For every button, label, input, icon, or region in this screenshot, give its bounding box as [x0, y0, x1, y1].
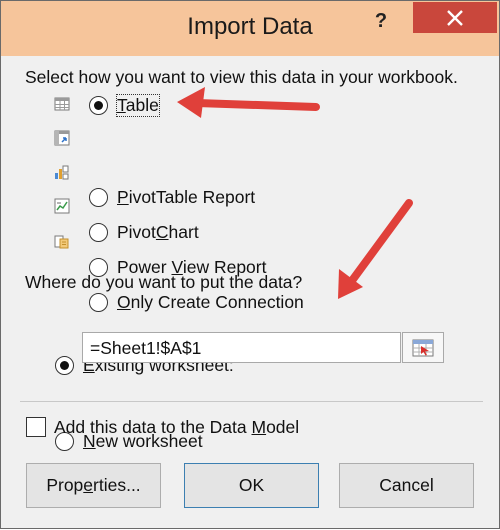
only-create-connection-option-label[interactable]: Only Create Connection [117, 292, 304, 313]
pivottable-icon [54, 130, 70, 146]
pivottable-radio[interactable] [89, 188, 108, 207]
pivotchart-radio[interactable] [89, 223, 108, 242]
cell-reference-input[interactable]: =Sheet1!$A$1 [82, 332, 401, 363]
import-data-dialog: Import Data ? Select how you want to vie… [0, 0, 500, 529]
close-button[interactable] [413, 2, 497, 33]
existing-worksheet-radio[interactable] [55, 356, 74, 375]
properties-button[interactable]: Properties... [26, 463, 161, 508]
dialog-body: Select how you want to view this data in… [1, 56, 499, 528]
pivottable-option-label[interactable]: PivotTable Report [117, 187, 255, 208]
add-to-data-model-checkbox[interactable] [26, 417, 46, 437]
ok-button[interactable]: OK [184, 463, 319, 508]
connection-icon [54, 235, 69, 249]
add-to-data-model-label[interactable]: Add this data to the Data Model [54, 417, 299, 438]
table-radio[interactable] [89, 96, 108, 115]
close-icon [447, 10, 463, 26]
cancel-button[interactable]: Cancel [339, 463, 474, 508]
title-bar[interactable]: Import Data ? [1, 1, 499, 56]
cell-reference-value: =Sheet1!$A$1 [90, 338, 202, 358]
destination-prompt: Where do you want to put the data? [25, 272, 303, 292]
table-option-label[interactable]: Table [116, 94, 160, 117]
table-icon [54, 97, 70, 111]
pivotchart-icon [55, 165, 69, 180]
collapse-dialog-button[interactable] [402, 332, 444, 363]
help-button[interactable]: ? [367, 7, 395, 35]
range-selector-icon [412, 339, 434, 357]
only-create-connection-radio[interactable] [89, 293, 108, 312]
power-view-icon [54, 198, 70, 214]
pivotchart-option-label[interactable]: PivotChart [117, 222, 199, 243]
view-prompt: Select how you want to view this data in… [25, 67, 458, 87]
separator [20, 401, 483, 402]
